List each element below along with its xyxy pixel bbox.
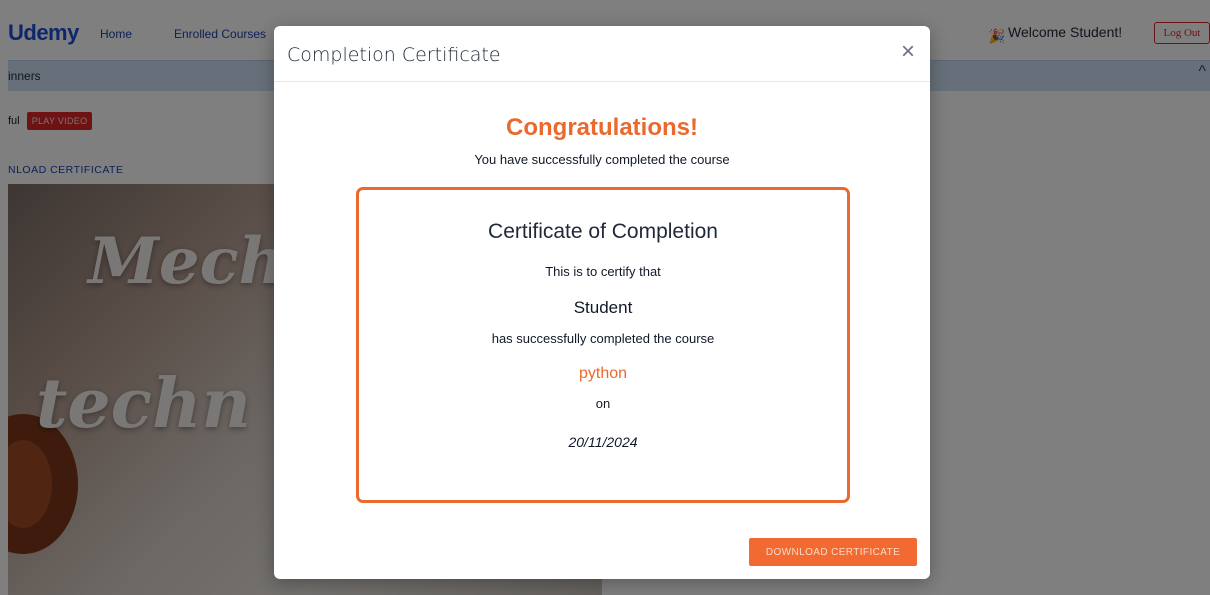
close-icon[interactable]: × xyxy=(896,40,920,64)
completed-text: has successfully completed the course xyxy=(491,331,715,346)
completion-subtext: You have successfully completed the cour… xyxy=(474,152,730,167)
course-name: python xyxy=(578,365,628,382)
certify-text: This is to certify that xyxy=(545,264,661,279)
modal-title: Completion Certificate xyxy=(287,44,501,66)
certificate-modal: Completion Certificate × Congratulations… xyxy=(274,26,930,579)
download-certificate-button[interactable]: DOWNLOAD CERTIFICATE xyxy=(749,538,917,566)
completion-date: 20/11/2024 xyxy=(568,434,638,450)
on-text: on xyxy=(595,396,611,411)
certificate-card: Certificate of Completion This is to cer… xyxy=(356,187,850,503)
congratulations-heading: Congratulations! xyxy=(506,114,698,141)
student-name: Student xyxy=(573,298,633,317)
modal-header: Completion Certificate × xyxy=(274,26,930,82)
certificate-heading: Certificate of Completion xyxy=(488,220,718,243)
